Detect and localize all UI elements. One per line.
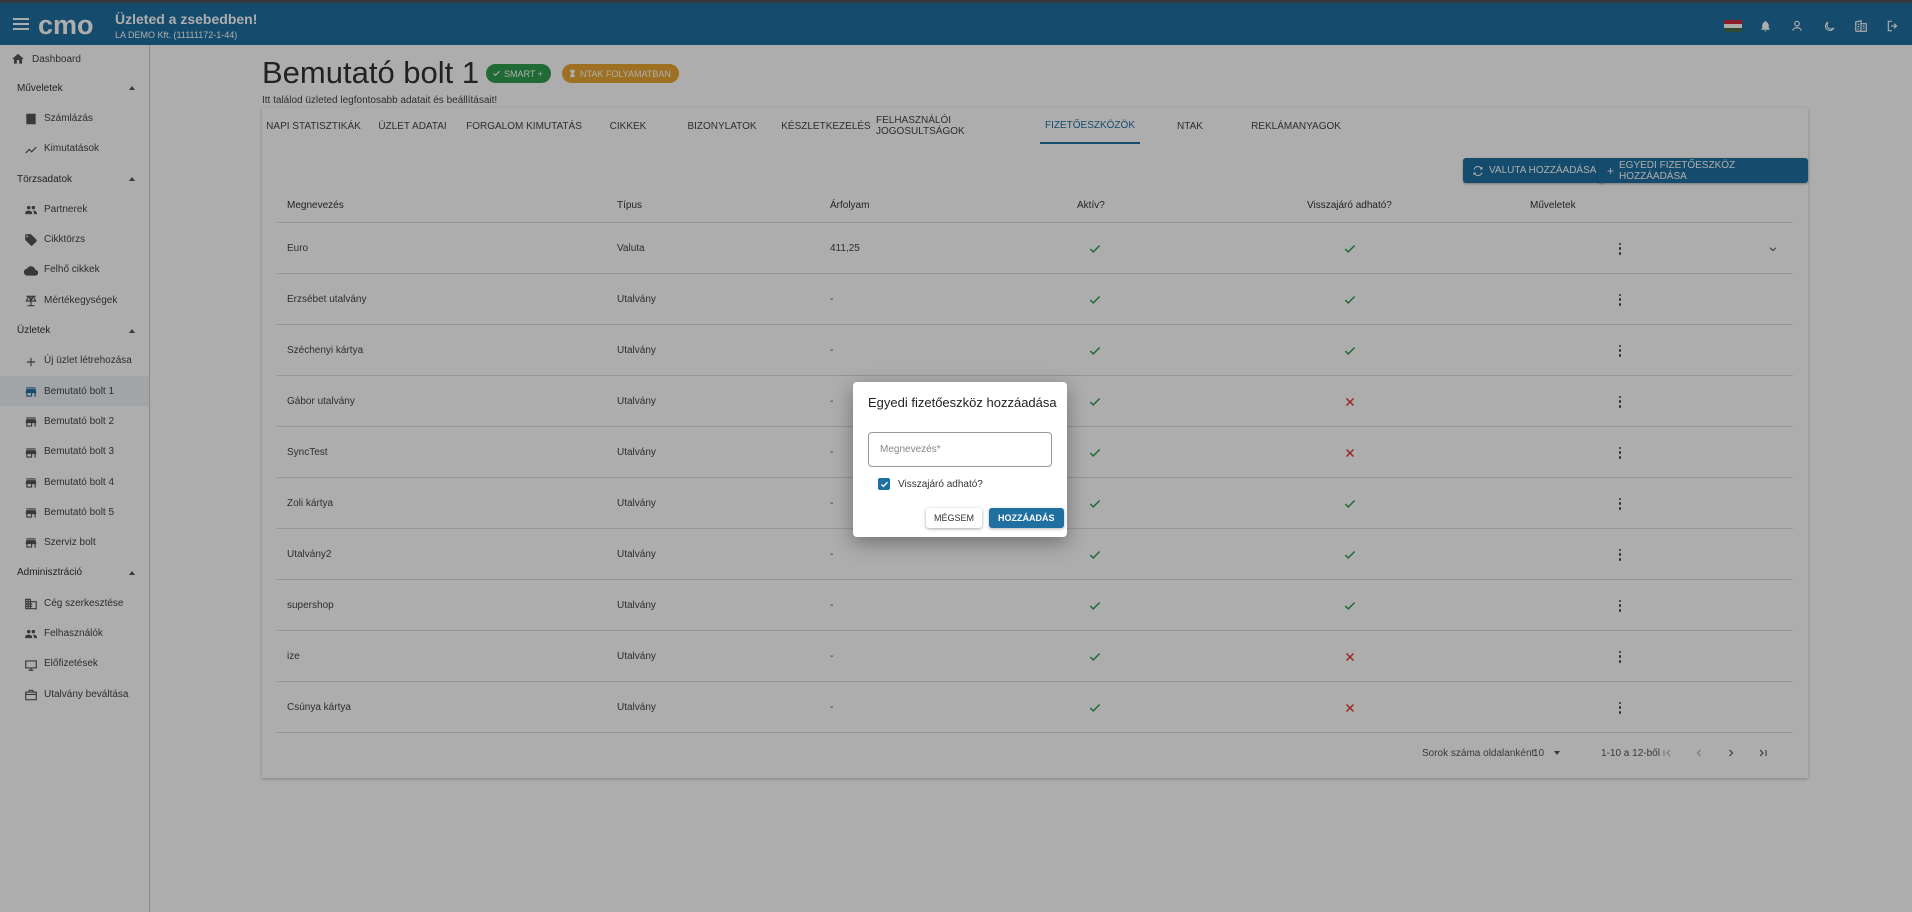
checkbox-label: Visszajáró adható? [898,478,983,490]
add-custom-payment-dialog: Egyedi fizetőeszköz hozzáadása Megnevezé… [853,382,1067,537]
name-input[interactable]: Megnevezés* [868,432,1052,467]
cancel-button[interactable]: MÉGSEM [926,508,983,528]
checkbox-checked-icon[interactable] [878,478,890,490]
change-allowed-checkbox[interactable]: Visszajáró adható? [878,478,983,490]
dialog-title: Egyedi fizetőeszköz hozzáadása [868,395,1057,410]
add-button[interactable]: HOZZÁADÁS [989,508,1064,528]
